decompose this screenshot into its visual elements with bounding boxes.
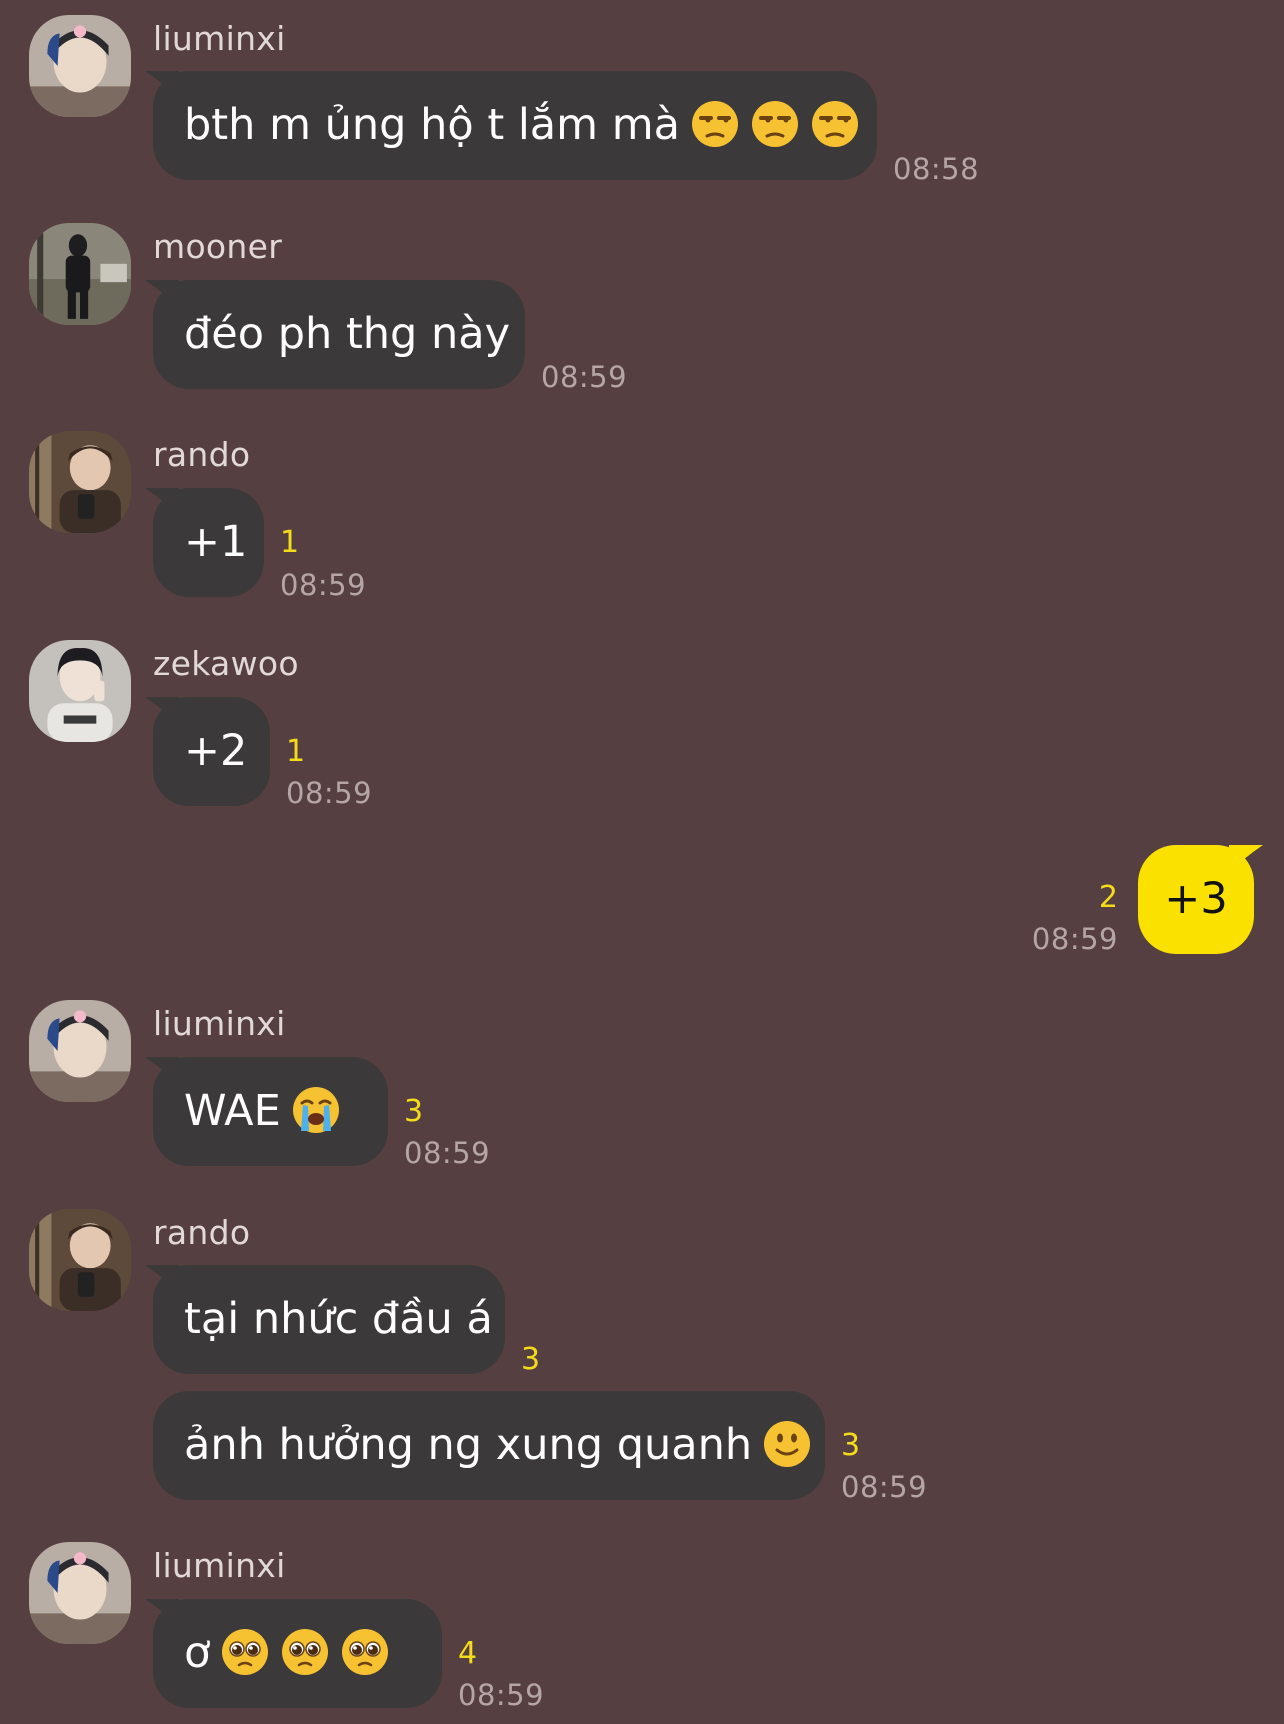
unamused-face-icon: [750, 99, 800, 149]
avatar-zekawoo[interactable]: [29, 640, 131, 742]
avatar-liuminxi[interactable]: [29, 1542, 131, 1644]
message-bubble[interactable]: tại nhức đầu á: [153, 1265, 505, 1374]
unamused-face-icon: [810, 99, 860, 149]
unread-count: 1: [280, 525, 300, 560]
unread-count: 4: [458, 1636, 478, 1671]
message-time: 08:58: [893, 152, 980, 186]
sender-name: rando: [153, 435, 251, 474]
pleading-face-icon: [280, 1627, 330, 1677]
message-text: ảnh hưởng ng xung quanh: [184, 1420, 753, 1470]
message-bubble[interactable]: ảnh hưởng ng xung quanh: [153, 1391, 825, 1500]
sender-name: zekawoo: [153, 644, 299, 683]
message-text: +3: [1164, 874, 1228, 924]
sender-name: rando: [153, 1213, 251, 1252]
message-time: 08:59: [841, 1470, 928, 1504]
pleading-face-icon: [340, 1627, 390, 1677]
slightly-smiling-face-icon: [762, 1419, 812, 1469]
message-bubble[interactable]: +2: [153, 697, 270, 806]
avatar-mooner[interactable]: [29, 223, 131, 325]
sender-name: mooner: [153, 227, 283, 266]
message-text: bth m ủng hộ t lắm mà: [184, 100, 680, 150]
sender-name: liuminxi: [153, 1004, 286, 1043]
pleading-face-icon: [220, 1627, 270, 1677]
message-text: +1: [184, 517, 248, 567]
my-message-bubble[interactable]: +3: [1138, 845, 1254, 954]
message-text: WAE: [184, 1086, 281, 1136]
unamused-face-icon: [690, 99, 740, 149]
avatar-rando[interactable]: [29, 1209, 131, 1311]
message-bubble[interactable]: WAE: [153, 1057, 388, 1166]
avatar-rando[interactable]: [29, 431, 131, 533]
message-bubble[interactable]: +1: [153, 488, 264, 597]
message-bubble[interactable]: ơ: [153, 1599, 442, 1708]
unread-count: 2: [1098, 880, 1118, 915]
message-bubble[interactable]: đéo ph thg này: [153, 280, 525, 389]
loudly-crying-face-icon: [291, 1085, 341, 1135]
message-time: 08:59: [1031, 922, 1118, 956]
unread-count: 3: [404, 1094, 424, 1129]
message-text: tại nhức đầu á: [184, 1294, 493, 1344]
avatar-liuminxi[interactable]: [29, 15, 131, 117]
message-text: +2: [184, 726, 248, 776]
sender-name: liuminxi: [153, 19, 286, 58]
unread-count: 3: [521, 1342, 541, 1377]
unread-count: 1: [286, 734, 306, 769]
message-time: 08:59: [404, 1136, 491, 1170]
unread-count: 3: [841, 1428, 861, 1463]
message-text: đéo ph thg này: [184, 309, 511, 359]
message-time: 08:59: [541, 360, 628, 394]
message-time: 08:59: [280, 568, 367, 602]
sender-name: liuminxi: [153, 1546, 286, 1585]
message-bubble[interactable]: bth m ủng hộ t lắm mà: [153, 71, 877, 180]
avatar-liuminxi[interactable]: [29, 1000, 131, 1102]
message-time: 08:59: [458, 1678, 545, 1712]
message-text: ơ: [184, 1628, 211, 1678]
message-time: 08:59: [286, 776, 373, 810]
